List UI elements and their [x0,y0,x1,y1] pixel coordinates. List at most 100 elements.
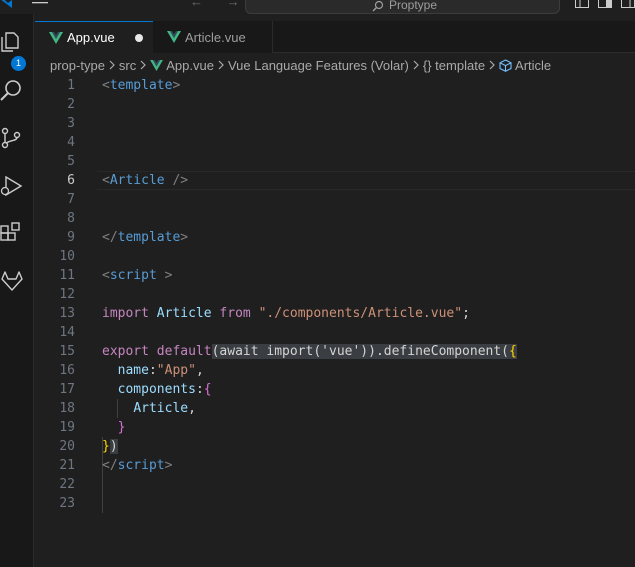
source-control-icon[interactable] [0,126,24,150]
command-center-search[interactable]: Proptype [245,0,560,14]
title-bar: ← → Proptype [0,0,635,14]
vue-icon [167,31,181,43]
line-number: 21 [59,458,75,473]
toggle-secondary-sidebar-icon[interactable] [621,0,635,8]
line-number: 15 [59,344,75,359]
code-line[interactable]: 8 [35,209,635,228]
line-number: 4 [67,135,75,150]
code-token: Article [109,173,165,188]
code-token: < [102,173,110,188]
code-line[interactable]: 22 [35,475,635,494]
line-number: 13 [59,306,75,321]
code-token: > [180,230,189,245]
code-token: default [156,344,212,359]
tab-label: Article.vue [185,29,246,45]
breadcrumb-item[interactable]: Vue Language Features (Volar) [228,58,409,73]
code-token: /> [172,173,189,188]
code-token: > [164,458,173,473]
breadcrumb-item[interactable]: prop-type [50,58,105,73]
code-line[interactable]: 21 </script> [35,456,635,475]
code-line[interactable]: 15 export default(await import('vue')).de… [35,342,635,361]
code-line[interactable]: 14 [35,323,635,342]
tab-label: App.vue [67,30,115,45]
search-icon[interactable] [0,79,24,103]
code-text: <script > [102,266,172,285]
chevron-right-icon [489,60,495,70]
code-line[interactable]: 13 import Article from "./components/Arti… [35,304,635,323]
line-number: 10 [59,249,75,264]
explorer-icon[interactable] [0,30,24,54]
line-number: 8 [67,211,75,226]
extensions-icon[interactable] [0,222,24,246]
code-line[interactable]: 6 <Article /> [35,171,635,190]
code-line[interactable]: 3 [35,114,635,133]
code-token: template [117,230,181,245]
unsaved-dot-icon[interactable] [135,34,143,42]
code-line[interactable]: 23 [35,494,635,513]
code-line[interactable]: 5 [35,152,635,171]
code-text: name:"App", [102,361,204,380]
code-text: components:{ [102,380,212,399]
code-line[interactable]: 10 [35,247,635,266]
code-line[interactable]: 2 [35,95,635,114]
code-token: "App" [156,363,196,378]
vue-icon [49,31,63,44]
component-cube-icon [499,58,512,72]
code-line[interactable]: 12 [35,285,635,304]
breadcrumb: prop-type src App.vue Vue Language Featu… [35,54,635,76]
code-token: </ [102,230,118,245]
code-line[interactable]: 1 <template> [35,76,635,95]
code-token: template [109,78,173,93]
search-icon [372,0,384,12]
code-token: ; [462,306,470,321]
code-token: components [117,382,196,397]
breadcrumb-item[interactable]: {} template [423,58,485,73]
nav-arrows[interactable]: ← → [190,0,250,9]
code-line[interactable]: 7 [35,190,635,209]
code-token: ) [109,439,118,454]
breadcrumb-item[interactable]: App.vue [166,58,214,73]
line-number: 14 [59,325,75,340]
activity-bar: 1 [0,14,34,567]
breadcrumb-item[interactable]: src [119,58,136,73]
code-text: Article, [102,399,196,418]
code-text: </script> [102,456,172,475]
code-token: name [117,363,149,378]
code-editor[interactable]: 1 <template> 2 3 4 5 6 <Article /> 7 8 9 </template… [35,76,635,567]
tab-app-vue[interactable]: App.vue [35,21,153,53]
menu-icon[interactable] [32,0,48,8]
code-line[interactable]: 19 } [35,418,635,437]
code-token: } [102,439,110,454]
code-line[interactable]: 16 name:"App", [35,361,635,380]
code-token: from [219,306,251,321]
line-number: 12 [59,287,75,302]
line-number: 2 [67,97,75,112]
code-line[interactable]: 17 components:{ [35,380,635,399]
code-line[interactable]: 11 <script > [35,266,635,285]
chevron-right-icon [413,60,419,70]
line-number: 3 [67,116,75,131]
code-token: > [172,78,181,93]
run-debug-icon[interactable] [0,174,24,198]
line-number: 1 [67,78,75,93]
code-text: <Article /> [102,171,188,190]
code-token: "./components/Article.vue" [258,306,463,321]
gitlab-icon[interactable] [0,270,24,294]
code-token: script [117,458,165,473]
code-token: } [117,420,126,435]
code-line[interactable]: 20}) [35,437,635,456]
tab-article-vue[interactable]: Article.vue [153,21,273,53]
chevron-right-icon [140,60,147,70]
breadcrumb-item[interactable]: Article [515,58,551,73]
code-line[interactable]: 9 </template> [35,228,635,247]
toggle-sidebar-icon[interactable] [598,0,612,8]
toggle-panel-icon[interactable] [575,0,589,8]
line-number: 9 [67,230,75,245]
line-number: 22 [59,477,75,492]
code-line[interactable]: 4 [35,133,635,152]
code-line[interactable]: 18 Article, [35,399,635,418]
